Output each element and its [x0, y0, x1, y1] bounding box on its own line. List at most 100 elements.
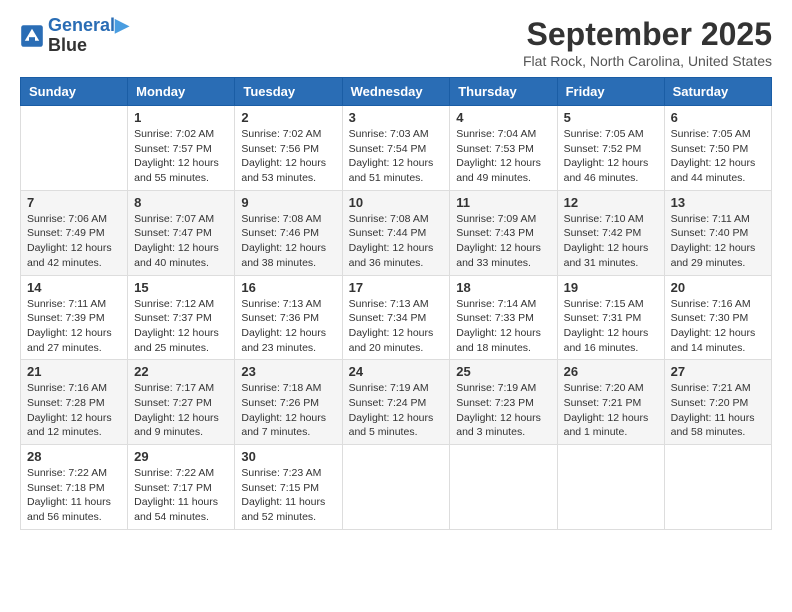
day-info: Sunrise: 7:02 AM Sunset: 7:56 PM Dayligh…: [241, 127, 335, 186]
day-number: 21: [27, 364, 121, 379]
weekday-header-thursday: Thursday: [450, 78, 557, 106]
day-info: Sunrise: 7:20 AM Sunset: 7:21 PM Dayligh…: [564, 381, 658, 440]
day-info: Sunrise: 7:22 AM Sunset: 7:18 PM Dayligh…: [27, 466, 121, 525]
table-row: 13 Sunrise: 7:11 AM Sunset: 7:40 PM Dayli…: [664, 190, 771, 275]
day-info: Sunrise: 7:09 AM Sunset: 7:43 PM Dayligh…: [456, 212, 550, 271]
table-row: 10 Sunrise: 7:08 AM Sunset: 7:44 PM Dayli…: [342, 190, 450, 275]
table-row: [664, 445, 771, 530]
table-row: 16 Sunrise: 7:13 AM Sunset: 7:36 PM Dayli…: [235, 275, 342, 360]
day-number: 28: [27, 449, 121, 464]
day-info: Sunrise: 7:21 AM Sunset: 7:20 PM Dayligh…: [671, 381, 765, 440]
table-row: [450, 445, 557, 530]
day-number: 19: [564, 280, 658, 295]
table-row: 11 Sunrise: 7:09 AM Sunset: 7:43 PM Dayli…: [450, 190, 557, 275]
day-number: 26: [564, 364, 658, 379]
day-number: 9: [241, 195, 335, 210]
table-row: 12Sunrise: 7:10 AM Sunset: 7:42 PM Dayli…: [557, 190, 664, 275]
day-number: 18: [456, 280, 550, 295]
day-number: 27: [671, 364, 765, 379]
month-title: September 2025: [523, 16, 772, 53]
table-row: [21, 106, 128, 191]
day-info: Sunrise: 7:16 AM Sunset: 7:28 PM Dayligh…: [27, 381, 121, 440]
weekday-header-tuesday: Tuesday: [235, 78, 342, 106]
day-info: Sunrise: 7:17 AM Sunset: 7:27 PM Dayligh…: [134, 381, 228, 440]
table-row: 17 Sunrise: 7:13 AM Sunset: 7:34 PM Dayli…: [342, 275, 450, 360]
table-row: [342, 445, 450, 530]
table-row: 18 Sunrise: 7:14 AM Sunset: 7:33 PM Dayli…: [450, 275, 557, 360]
table-row: 9 Sunrise: 7:08 AM Sunset: 7:46 PM Daylig…: [235, 190, 342, 275]
day-info: Sunrise: 7:07 AM Sunset: 7:47 PM Dayligh…: [134, 212, 228, 271]
table-row: 30 Sunrise: 7:23 AM Sunset: 7:15 PM Dayli…: [235, 445, 342, 530]
weekday-header-saturday: Saturday: [664, 78, 771, 106]
day-number: 12: [564, 195, 658, 210]
logo-line2: Blue: [48, 36, 129, 56]
day-info: Sunrise: 7:08 AM Sunset: 7:44 PM Dayligh…: [349, 212, 444, 271]
title-area: September 2025 Flat Rock, North Carolina…: [523, 16, 772, 69]
weekday-header-wednesday: Wednesday: [342, 78, 450, 106]
day-number: 14: [27, 280, 121, 295]
day-info: Sunrise: 7:14 AM Sunset: 7:33 PM Dayligh…: [456, 297, 550, 356]
weekday-header-sunday: Sunday: [21, 78, 128, 106]
logo-icon: [20, 24, 44, 48]
day-number: 6: [671, 110, 765, 125]
table-row: 5Sunrise: 7:05 AM Sunset: 7:52 PM Daylig…: [557, 106, 664, 191]
day-number: 11: [456, 195, 550, 210]
table-row: 14 Sunrise: 7:11 AM Sunset: 7:39 PM Dayli…: [21, 275, 128, 360]
table-row: 15 Sunrise: 7:12 AM Sunset: 7:37 PM Dayli…: [128, 275, 235, 360]
table-row: 20 Sunrise: 7:16 AM Sunset: 7:30 PM Dayli…: [664, 275, 771, 360]
day-info: Sunrise: 7:13 AM Sunset: 7:34 PM Dayligh…: [349, 297, 444, 356]
day-number: 10: [349, 195, 444, 210]
calendar: SundayMondayTuesdayWednesdayThursdayFrid…: [20, 77, 772, 530]
day-number: 25: [456, 364, 550, 379]
day-info: Sunrise: 7:06 AM Sunset: 7:49 PM Dayligh…: [27, 212, 121, 271]
day-number: 17: [349, 280, 444, 295]
day-info: Sunrise: 7:12 AM Sunset: 7:37 PM Dayligh…: [134, 297, 228, 356]
table-row: 23 Sunrise: 7:18 AM Sunset: 7:26 PM Dayli…: [235, 360, 342, 445]
day-number: 20: [671, 280, 765, 295]
day-info: Sunrise: 7:23 AM Sunset: 7:15 PM Dayligh…: [241, 466, 335, 525]
table-row: 7 Sunrise: 7:06 AM Sunset: 7:49 PM Daylig…: [21, 190, 128, 275]
table-row: [557, 445, 664, 530]
day-info: Sunrise: 7:05 AM Sunset: 7:52 PM Dayligh…: [564, 127, 658, 186]
table-row: 6Sunrise: 7:05 AM Sunset: 7:50 PM Daylig…: [664, 106, 771, 191]
table-row: 8Sunrise: 7:07 AM Sunset: 7:47 PM Daylig…: [128, 190, 235, 275]
day-info: Sunrise: 7:18 AM Sunset: 7:26 PM Dayligh…: [241, 381, 335, 440]
day-number: 16: [241, 280, 335, 295]
day-info: Sunrise: 7:19 AM Sunset: 7:24 PM Dayligh…: [349, 381, 444, 440]
location: Flat Rock, North Carolina, United States: [523, 53, 772, 69]
day-info: Sunrise: 7:22 AM Sunset: 7:17 PM Dayligh…: [134, 466, 228, 525]
table-row: 21 Sunrise: 7:16 AM Sunset: 7:28 PM Dayli…: [21, 360, 128, 445]
day-number: 22: [134, 364, 228, 379]
day-number: 3: [349, 110, 444, 125]
table-row: 24 Sunrise: 7:19 AM Sunset: 7:24 PM Dayli…: [342, 360, 450, 445]
day-number: 24: [349, 364, 444, 379]
day-info: Sunrise: 7:04 AM Sunset: 7:53 PM Dayligh…: [456, 127, 550, 186]
day-number: 30: [241, 449, 335, 464]
table-row: 25 Sunrise: 7:19 AM Sunset: 7:23 PM Dayli…: [450, 360, 557, 445]
day-number: 23: [241, 364, 335, 379]
day-number: 13: [671, 195, 765, 210]
weekday-header-friday: Friday: [557, 78, 664, 106]
table-row: 29 Sunrise: 7:22 AM Sunset: 7:17 PM Dayli…: [128, 445, 235, 530]
day-number: 15: [134, 280, 228, 295]
day-info: Sunrise: 7:11 AM Sunset: 7:39 PM Dayligh…: [27, 297, 121, 356]
logo-line1: General▶: [48, 16, 129, 36]
day-number: 7: [27, 195, 121, 210]
day-info: Sunrise: 7:08 AM Sunset: 7:46 PM Dayligh…: [241, 212, 335, 271]
day-info: Sunrise: 7:13 AM Sunset: 7:36 PM Dayligh…: [241, 297, 335, 356]
day-info: Sunrise: 7:16 AM Sunset: 7:30 PM Dayligh…: [671, 297, 765, 356]
day-info: Sunrise: 7:19 AM Sunset: 7:23 PM Dayligh…: [456, 381, 550, 440]
day-number: 4: [456, 110, 550, 125]
table-row: 19Sunrise: 7:15 AM Sunset: 7:31 PM Dayli…: [557, 275, 664, 360]
table-row: 1Sunrise: 7:02 AM Sunset: 7:57 PM Daylig…: [128, 106, 235, 191]
day-info: Sunrise: 7:11 AM Sunset: 7:40 PM Dayligh…: [671, 212, 765, 271]
day-number: 2: [241, 110, 335, 125]
day-info: Sunrise: 7:03 AM Sunset: 7:54 PM Dayligh…: [349, 127, 444, 186]
table-row: 28 Sunrise: 7:22 AM Sunset: 7:18 PM Dayli…: [21, 445, 128, 530]
table-row: 22 Sunrise: 7:17 AM Sunset: 7:27 PM Dayli…: [128, 360, 235, 445]
table-row: 26 Sunrise: 7:20 AM Sunset: 7:21 PM Dayli…: [557, 360, 664, 445]
day-number: 29: [134, 449, 228, 464]
table-row: 27 Sunrise: 7:21 AM Sunset: 7:20 PM Dayli…: [664, 360, 771, 445]
table-row: 2 Sunrise: 7:02 AM Sunset: 7:56 PM Daylig…: [235, 106, 342, 191]
table-row: 3 Sunrise: 7:03 AM Sunset: 7:54 PM Daylig…: [342, 106, 450, 191]
